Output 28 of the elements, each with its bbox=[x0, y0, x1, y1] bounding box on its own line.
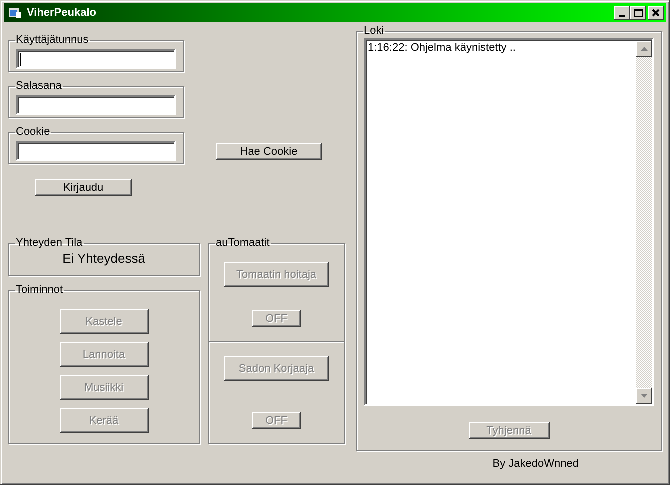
connection-status: Ei Yhteydessä bbox=[62, 250, 146, 266]
log-list[interactable]: 1:16:22: Ohjelma käynistetty .. bbox=[364, 38, 654, 406]
app-icon bbox=[8, 6, 22, 18]
scroll-up-button[interactable] bbox=[636, 41, 652, 57]
maximize-icon bbox=[634, 8, 642, 16]
log-entry: 1:16:22: Ohjelma käynistetty .. bbox=[368, 41, 517, 55]
up-arrow-icon bbox=[640, 47, 648, 51]
group-label: Salasana bbox=[15, 80, 63, 93]
input-field[interactable] bbox=[16, 141, 176, 161]
window-title: ViherPeukalo bbox=[27, 6, 98, 18]
group-label: Cookie bbox=[15, 126, 52, 139]
group-label: Yhteyden Tila bbox=[15, 237, 84, 250]
scroll-down-button[interactable] bbox=[636, 388, 652, 404]
minimize-button[interactable] bbox=[614, 6, 630, 20]
close-icon bbox=[652, 8, 660, 16]
minimize-icon bbox=[619, 14, 625, 16]
close-button[interactable] bbox=[648, 6, 664, 20]
group-label: Loki bbox=[363, 25, 386, 38]
credit-text: By JakedoWnned bbox=[492, 458, 579, 470]
button[interactable]: Hae Cookie bbox=[216, 143, 322, 160]
down-arrow-icon bbox=[640, 394, 648, 398]
group-label: Toiminnot bbox=[15, 284, 64, 297]
input-field[interactable] bbox=[16, 95, 176, 115]
input-field[interactable] bbox=[16, 49, 176, 69]
group-label: auTomaatit bbox=[215, 237, 271, 250]
maximize-button[interactable] bbox=[630, 6, 646, 20]
button[interactable]: Kirjaudu bbox=[35, 179, 132, 196]
group-label: Käyttäjätunnus bbox=[15, 34, 90, 47]
